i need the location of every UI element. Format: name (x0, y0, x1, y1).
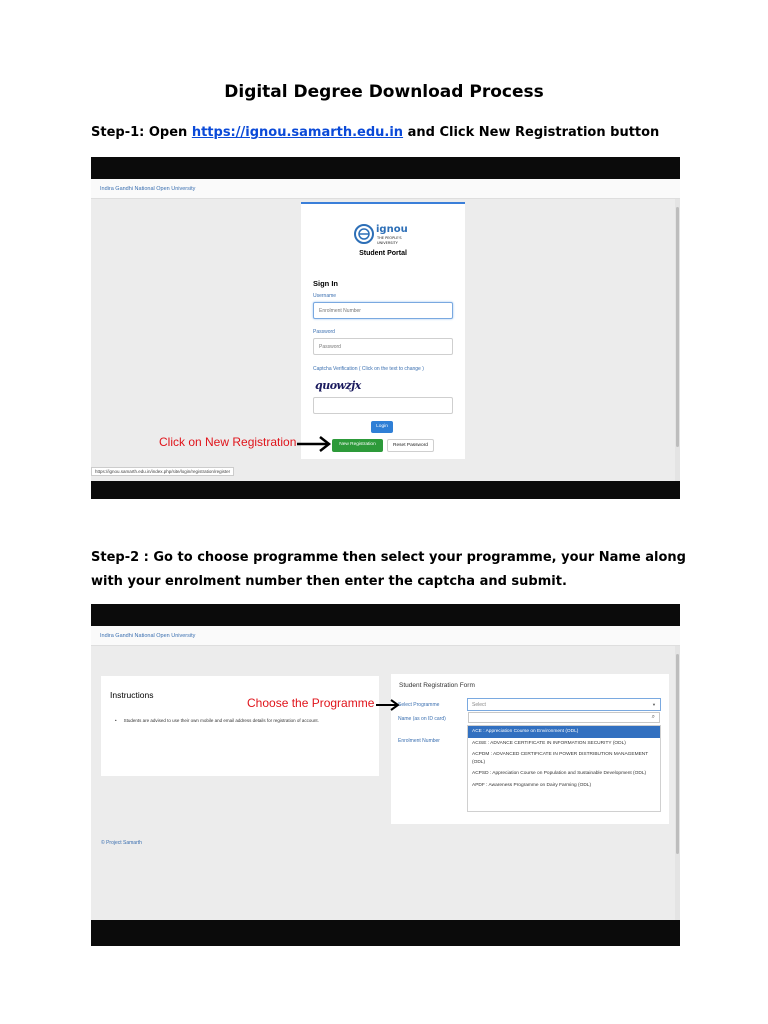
instruction-item: Students are advised to use their own mo… (115, 718, 319, 723)
programme-option[interactable]: ACPSD : Appreciation Course on Populatio… (468, 768, 660, 780)
instructions-panel: Instructions Students are advised to use… (101, 676, 379, 776)
username-input[interactable]: Enrolment Number (313, 302, 453, 319)
form-title: Student Registration Form (399, 682, 475, 689)
scrollbar-2[interactable] (675, 646, 680, 920)
captcha-label: Captcha Verification ( Click on the text… (313, 366, 424, 372)
logo-subtitle-1: THE PEOPLE'S (376, 236, 402, 240)
scrollbar-thumb[interactable] (676, 207, 679, 447)
select-placeholder: Select (472, 702, 486, 708)
document-title: Digital Degree Download Process (224, 82, 544, 102)
enrolment-label: Enrolment Number (398, 738, 440, 744)
annotation-choose-programme: Choose the Programme (247, 696, 375, 710)
programme-select[interactable]: Select ▼ (467, 698, 661, 711)
captcha-input[interactable] (313, 397, 453, 414)
ignou-logo-icon: ignou THE PEOPLE'S UNIVERSITY (354, 224, 408, 245)
programme-option[interactable]: ACISE : ADVANCE CERTIFICATE IN INFORMATI… (468, 738, 660, 750)
site-header: Indira Gandhi National Open University (91, 179, 680, 199)
step2-instruction: Step-2 : Go to choose programme then sel… (91, 550, 686, 589)
step1-suffix: and Click New Registration button (403, 125, 660, 140)
name-label: Name (as on ID card) (398, 716, 446, 722)
samarth-link[interactable]: https://ignou.samarth.edu.in (192, 125, 403, 140)
select-programme-label: Select Programme (398, 702, 440, 708)
programme-search-input[interactable]: ⌕ (468, 712, 660, 723)
status-bar-url: https://ignou.samarth.edu.in/index.php/s… (91, 467, 235, 476)
programme-option[interactable]: ACE : Appreciation Course on Environment… (468, 726, 660, 738)
arrow-right-icon (376, 699, 400, 711)
search-icon: ⌕ (651, 714, 655, 720)
logo-subtitle-2: UNIVERSITY (377, 241, 399, 245)
portal-title: Student Portal (359, 250, 407, 257)
annotation-new-registration: Click on New Registration (159, 435, 297, 449)
password-label: Password (313, 329, 335, 335)
scrollbar[interactable] (675, 199, 680, 481)
username-label: Username (313, 293, 337, 299)
step1-instruction: Step-1: Open https://ignou.samarth.edu.i… (91, 121, 659, 145)
programme-option[interactable]: ACPDM : ADVANCED CERTIFICATE IN POWER DI… (468, 749, 660, 768)
instructions-heading: Instructions (110, 690, 154, 700)
signin-heading: Sign In (313, 279, 338, 288)
arrow-right-icon (297, 436, 332, 452)
password-input[interactable]: Password (313, 338, 453, 355)
login-card: ignou THE PEOPLE'S UNIVERSITY Student Po… (301, 202, 465, 459)
footer-credit: © Project Samarth (101, 840, 142, 846)
captcha-image[interactable]: quowzjx (315, 379, 361, 392)
screenshot-login: Indira Gandhi National Open University i… (91, 157, 680, 499)
programme-dropdown-list[interactable]: ACE : Appreciation Course on Environment… (467, 725, 661, 812)
screenshot-registration: Indira Gandhi National Open University I… (91, 604, 680, 946)
scrollbar-thumb-2[interactable] (676, 654, 679, 854)
programme-option[interactable]: APDF : Awareness Programme on Dairy Farm… (468, 780, 660, 792)
step1-prefix: Step-1: Open (91, 125, 192, 140)
login-button[interactable]: Login (371, 421, 393, 433)
reset-password-button[interactable]: Reset Password (387, 439, 434, 452)
browser-viewport-2: Indira Gandhi National Open University I… (91, 626, 680, 920)
logo-wordmark: ignou (376, 224, 408, 235)
site-header-2: Indira Gandhi National Open University (91, 626, 680, 646)
registration-form: Student Registration Form Select Program… (391, 674, 669, 824)
new-registration-button[interactable]: New Registration (332, 439, 383, 452)
chevron-down-icon: ▼ (652, 702, 656, 707)
